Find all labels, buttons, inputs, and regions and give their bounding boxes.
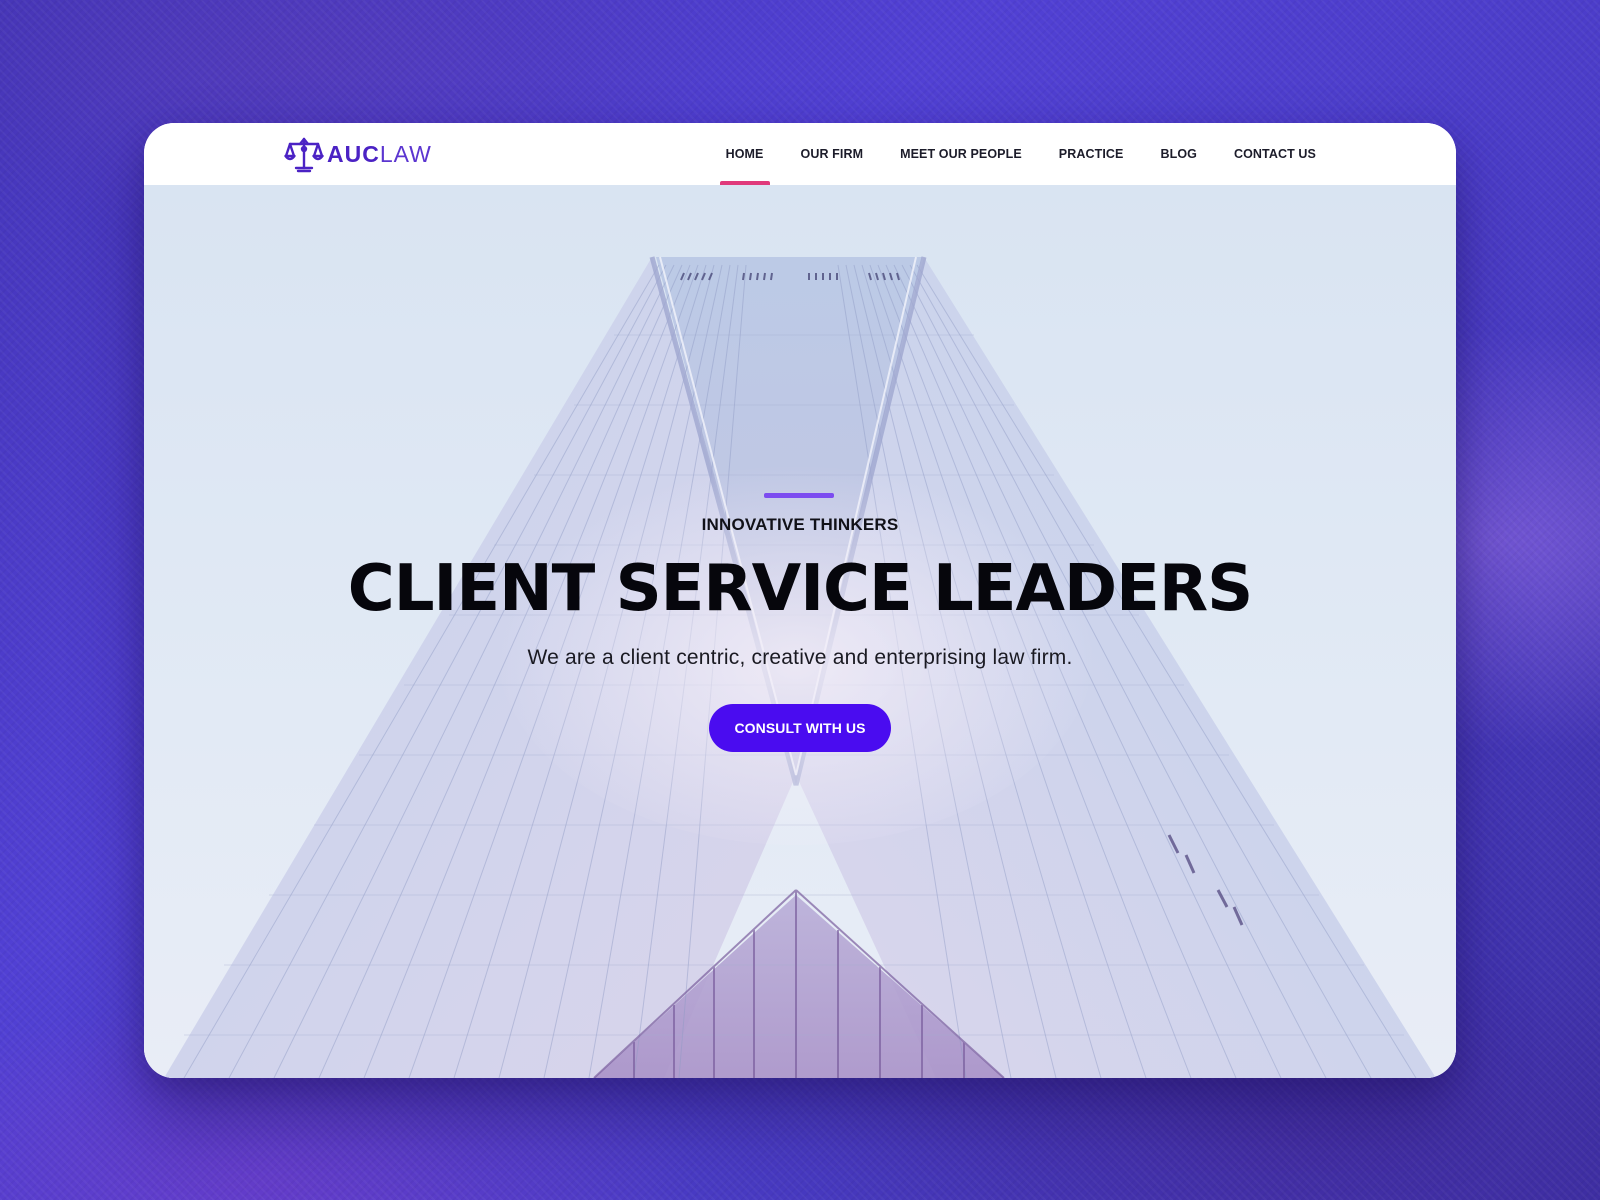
scales-of-justice-icon (284, 137, 324, 173)
nav-item-meet-our-people[interactable]: MEET OUR PEOPLE (900, 123, 1022, 185)
main-navigation: HOME OUR FIRM MEET OUR PEOPLE PRACTICE B… (719, 123, 1316, 185)
brand-name-light: LAW (379, 141, 432, 167)
hero-eyebrow: INNOVATIVE THINKERS (701, 515, 899, 534)
nav-item-blog[interactable]: BLOG (1160, 123, 1197, 185)
hero-accent-bar (764, 493, 834, 498)
hero-content: INNOVATIVE THINKERS CLIENT SERVICE LEADE… (144, 185, 1456, 1078)
site-header: AUCLAW HOME OUR FIRM MEET OUR PEOPLE PRA… (144, 123, 1456, 185)
website-preview-card: AUCLAW HOME OUR FIRM MEET OUR PEOPLE PRA… (144, 123, 1456, 1078)
hero-subline: We are a client centric, creative and en… (527, 646, 1073, 669)
hero-headline: CLIENT SERVICE LEADERS (347, 552, 1253, 626)
nav-item-contact-us[interactable]: CONTACT US (1234, 123, 1316, 185)
brand-logo[interactable]: AUCLAW (284, 135, 432, 173)
nav-item-home[interactable]: HOME (719, 123, 770, 185)
consult-with-us-button[interactable]: CONSULT WITH US (709, 704, 891, 752)
nav-item-practice[interactable]: PRACTICE (1059, 123, 1124, 185)
hero-section: INNOVATIVE THINKERS CLIENT SERVICE LEADE… (144, 185, 1456, 1078)
brand-wordmark: AUCLAW (327, 135, 432, 173)
nav-item-our-firm[interactable]: OUR FIRM (801, 123, 864, 185)
brand-name-bold: AUC (327, 141, 380, 167)
